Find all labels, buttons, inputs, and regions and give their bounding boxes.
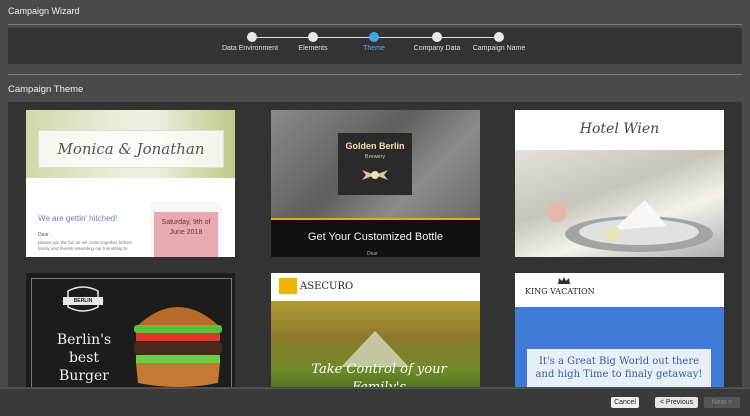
theme-card-hotel[interactable]: Hotel Wien — [515, 110, 724, 257]
vacation-header: KING VACATION — [515, 273, 724, 307]
wizard-footer: Cancel < Previous Next > — [0, 388, 750, 416]
next-button[interactable]: Next > — [704, 397, 740, 408]
step-dot-company-data[interactable] — [432, 32, 442, 42]
wedding-title-box: Monica & Jonathan — [38, 130, 224, 168]
wedding-date-frame: Saturday, 9th of June 2018 — [150, 202, 222, 257]
theme-card-vacation[interactable]: KING VACATION It's a Great Big World out… — [515, 273, 724, 387]
asecuro-logo-icon — [279, 278, 297, 294]
theme-card-wedding[interactable]: Monica & Jonathan We are gettin' hitched… — [26, 110, 235, 257]
step-dot-campaign-name[interactable] — [494, 32, 504, 42]
hotel-header: Hotel Wien — [515, 110, 724, 150]
wedding-heading: Monica & Jonathan — [57, 140, 205, 158]
section-title: Campaign Theme — [8, 84, 84, 95]
title-bar: Campaign Wizard — [0, 0, 750, 24]
wedding-tagline: We are gettin' hitched! — [38, 214, 118, 223]
brewery-cta-bar: Get Your Customized Bottle Dear — [271, 220, 480, 257]
window-title: Campaign Wizard — [8, 6, 80, 16]
asecuro-header: ASECURO — [271, 273, 480, 301]
step-dot-data-environment[interactable] — [247, 32, 257, 42]
step-label-campaign-name[interactable]: Campaign Name — [473, 45, 526, 52]
brewery-footer-text: Dear — [367, 251, 378, 257]
vacation-brand: KING VACATION — [525, 287, 595, 296]
theme-card-asecuro[interactable]: ASECURO Take Control of your Family's — [271, 273, 480, 387]
wizard-stepper: Data Environment Elements Theme Company … — [8, 28, 742, 64]
wedding-greeting: Dear , — [38, 232, 52, 238]
step-label-theme[interactable]: Theme — [363, 45, 385, 52]
asecuro-brand: ASECURO — [300, 281, 354, 292]
wedding-date-box: Saturday, 9th of June 2018 — [154, 212, 218, 257]
cancel-button[interactable]: Cancel — [611, 397, 639, 408]
vacation-message-box: It's a Great Big World out there and hig… — [527, 349, 711, 387]
theme-card-brewery[interactable]: Golden Berlin Brewery Get Your Customize… — [271, 110, 480, 257]
step-label-data-environment[interactable]: Data Environment — [222, 45, 278, 52]
wings-emblem-icon — [362, 170, 388, 180]
brewery-brand: Golden Berlin — [345, 141, 405, 151]
theme-grid: Monica & Jonathan We are gettin' hitched… — [8, 102, 742, 387]
step-label-company-data[interactable]: Company Data — [414, 45, 461, 52]
step-dot-elements[interactable] — [308, 32, 318, 42]
vacation-headline: It's a Great Big World out there and hig… — [535, 356, 703, 380]
divider — [8, 24, 742, 25]
burger-headline: Berlin's best Burger — [56, 332, 112, 384]
brewery-sub: Brewery — [364, 154, 386, 160]
theme-card-burger[interactable]: BERLIN Berlin's best Burger — [26, 273, 235, 387]
brewery-cta: Get Your Customized Bottle — [307, 231, 444, 243]
step-dot-theme[interactable] — [369, 32, 379, 42]
burger-badge-text: BERLIN — [73, 298, 93, 304]
burger-image — [134, 307, 222, 387]
brewery-logo-box: Golden Berlin Brewery — [338, 133, 412, 195]
wedding-body: please join the fun as we come together … — [38, 240, 132, 251]
crown-icon — [558, 277, 570, 284]
step-label-elements[interactable]: Elements — [298, 45, 327, 52]
hotel-brand: Hotel Wien — [579, 121, 660, 137]
previous-button[interactable]: < Previous — [655, 397, 698, 408]
hotel-plate-image — [547, 200, 713, 252]
wedding-date: Saturday, 9th of June 2018 — [161, 219, 211, 236]
asecuro-headline: Take Control of your Family's — [311, 362, 447, 387]
divider — [8, 74, 742, 75]
